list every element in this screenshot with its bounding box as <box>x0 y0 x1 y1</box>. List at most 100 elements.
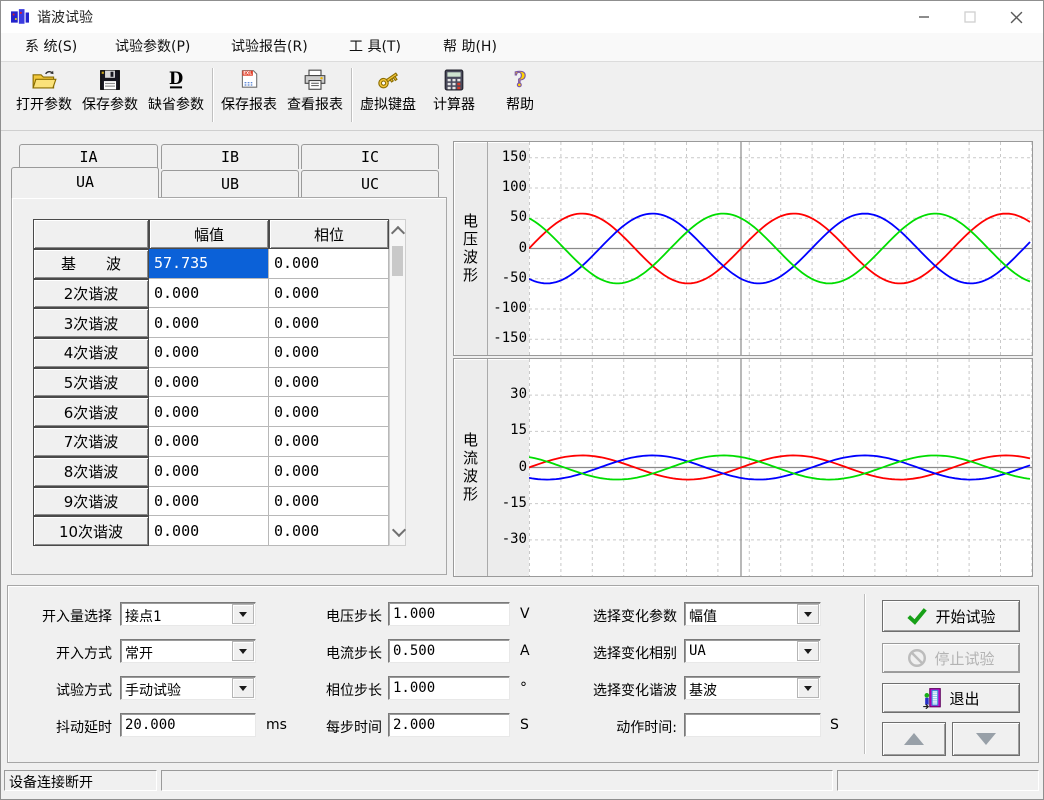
stop-icon <box>907 648 927 668</box>
input-left-4[interactable]: 20.000 <box>120 713 256 737</box>
phase-cell[interactable]: 0.000 <box>269 279 389 309</box>
select-left-2[interactable]: 常开 <box>120 639 256 663</box>
amplitude-cell[interactable]: 0.000 <box>149 279 269 309</box>
table-row: 基 波57.7350.000 <box>33 249 389 279</box>
field-unit: ms <box>266 717 287 733</box>
close-button[interactable] <box>993 1 1039 33</box>
select-right-3[interactable]: 基波 <box>684 676 821 700</box>
scrollbar-thumb[interactable] <box>392 246 403 276</box>
status-device: 设备连接断开 <box>4 770 157 791</box>
field-value: 0.500 <box>393 643 435 659</box>
toolbar-button-label: 打开参数 <box>16 94 72 114</box>
field-label: 试验方式 <box>56 680 112 700</box>
amplitude-cell[interactable]: 0.000 <box>149 516 269 546</box>
table-row: 3次谐波0.0000.000 <box>33 308 389 338</box>
amplitude-cell[interactable]: 0.000 <box>149 487 269 517</box>
step-down-button[interactable] <box>952 722 1020 756</box>
toolbar-button-2[interactable]: 保存参数 <box>77 65 143 127</box>
toolbar-button-7[interactable]: 计算器 <box>421 65 487 127</box>
select-right-1[interactable]: 幅值 <box>684 602 821 626</box>
combo-dropdown-button[interactable] <box>232 678 254 698</box>
chart-ylabel: 电压波形 <box>454 142 488 355</box>
tab-ia[interactable]: IA <box>19 144 158 169</box>
save-floppy-icon <box>99 65 121 91</box>
input-middle-1[interactable]: 1.000 <box>388 602 510 626</box>
toolbar-button-label: 保存参数 <box>82 94 138 114</box>
phase-cell[interactable]: 0.000 <box>269 427 389 457</box>
phase-cell[interactable]: 0.000 <box>269 516 389 546</box>
menu-item-3[interactable]: 试验报告(R) <box>225 33 314 61</box>
phase-cell[interactable]: 0.000 <box>269 338 389 368</box>
combo-dropdown-button[interactable] <box>232 641 254 661</box>
combo-dropdown-button[interactable] <box>797 604 819 624</box>
maximize-button[interactable] <box>947 1 993 33</box>
phase-cell[interactable]: 0.000 <box>269 487 389 517</box>
maximize-icon <box>964 11 976 23</box>
amplitude-cell[interactable]: 0.000 <box>149 427 269 457</box>
toolbar-button-8[interactable]: ?帮助 <box>487 65 553 127</box>
toolbar-separator <box>351 68 352 122</box>
exit-button[interactable]: 退出 <box>882 683 1020 713</box>
combo-dropdown-button[interactable] <box>797 641 819 661</box>
field-unit: S <box>830 717 839 733</box>
toolbar-button-5[interactable]: 查看报表 <box>282 65 348 127</box>
tab-ua[interactable]: UA <box>11 167 159 198</box>
input-right-4[interactable] <box>684 713 821 737</box>
step-up-button[interactable] <box>882 722 946 756</box>
app-window: 谐波试验 系 统(S)试验参数(P)试验报告(R)工 具(T)帮 助(H) 打开… <box>0 0 1044 800</box>
table-scrollbar[interactable] <box>389 219 406 546</box>
toolbar-button-4[interactable]: EXL保存报表 <box>216 65 282 127</box>
toolbar-button-label: 查看报表 <box>287 94 343 114</box>
menu-item-4[interactable]: 工 具(T) <box>343 33 407 61</box>
chevron-down-icon <box>239 612 247 617</box>
toolbar: 打开参数保存参数D缺省参数EXL保存报表查看报表虚拟键盘计算器?帮助 <box>1 62 1043 131</box>
field-unit: ° <box>520 680 527 696</box>
column-header: 幅值 <box>149 219 269 249</box>
start-check-icon <box>906 607 928 625</box>
input-middle-2[interactable]: 0.500 <box>388 639 510 663</box>
menu-item-1[interactable]: 系 统(S) <box>19 33 83 61</box>
menu-item-5[interactable]: 帮 助(H) <box>437 33 503 61</box>
panel-divider <box>864 594 865 754</box>
scroll-down-icon[interactable] <box>392 523 406 537</box>
amplitude-cell[interactable]: 0.000 <box>149 397 269 427</box>
amplitude-cell[interactable]: 0.000 <box>149 368 269 398</box>
tab-ub[interactable]: UB <box>161 170 299 198</box>
phase-cell[interactable]: 0.000 <box>269 249 389 279</box>
select-left-3[interactable]: 手动试验 <box>120 676 256 700</box>
tab-uc[interactable]: UC <box>301 170 439 198</box>
tab-ib[interactable]: IB <box>161 144 299 169</box>
combo-dropdown-button[interactable] <box>797 678 819 698</box>
amplitude-cell[interactable]: 57.735 <box>149 249 269 279</box>
field-label: 选择变化相别 <box>593 643 677 663</box>
toolbar-button-1[interactable]: 打开参数 <box>11 65 77 127</box>
table-header-row: 幅值相位 <box>33 219 389 249</box>
field-label: 相位步长 <box>326 680 382 700</box>
select-left-1[interactable]: 接点1 <box>120 602 256 626</box>
tab-ic[interactable]: IC <box>301 144 439 169</box>
toolbar-button-3[interactable]: D缺省参数 <box>143 65 209 127</box>
status-message <box>161 770 833 791</box>
view-report-icon <box>303 65 327 91</box>
input-middle-4[interactable]: 2.000 <box>388 713 510 737</box>
phase-cell[interactable]: 0.000 <box>269 457 389 487</box>
phase-cell[interactable]: 0.000 <box>269 308 389 338</box>
field-label: 动作时间: <box>616 717 677 737</box>
scroll-up-icon[interactable] <box>390 226 404 240</box>
menu-item-2[interactable]: 试验参数(P) <box>109 33 196 61</box>
select-right-2[interactable]: UA <box>684 639 821 663</box>
amplitude-cell[interactable]: 0.000 <box>149 308 269 338</box>
field-value: 2.000 <box>393 717 435 733</box>
toolbar-button-6[interactable]: 虚拟键盘 <box>355 65 421 127</box>
input-middle-3[interactable]: 1.000 <box>388 676 510 700</box>
harmonics-table: 幅值相位基 波57.7350.0002次谐波0.0000.0003次谐波0.00… <box>33 219 389 546</box>
start-test-button[interactable]: 开始试验 <box>882 600 1020 632</box>
phase-cell[interactable]: 0.000 <box>269 397 389 427</box>
amplitude-cell[interactable]: 0.000 <box>149 457 269 487</box>
phase-cell[interactable]: 0.000 <box>269 368 389 398</box>
y-tick-label: -100 <box>487 300 527 316</box>
minimize-button[interactable] <box>901 1 947 33</box>
field-value: 1.000 <box>393 680 435 696</box>
amplitude-cell[interactable]: 0.000 <box>149 338 269 368</box>
combo-dropdown-button[interactable] <box>232 604 254 624</box>
